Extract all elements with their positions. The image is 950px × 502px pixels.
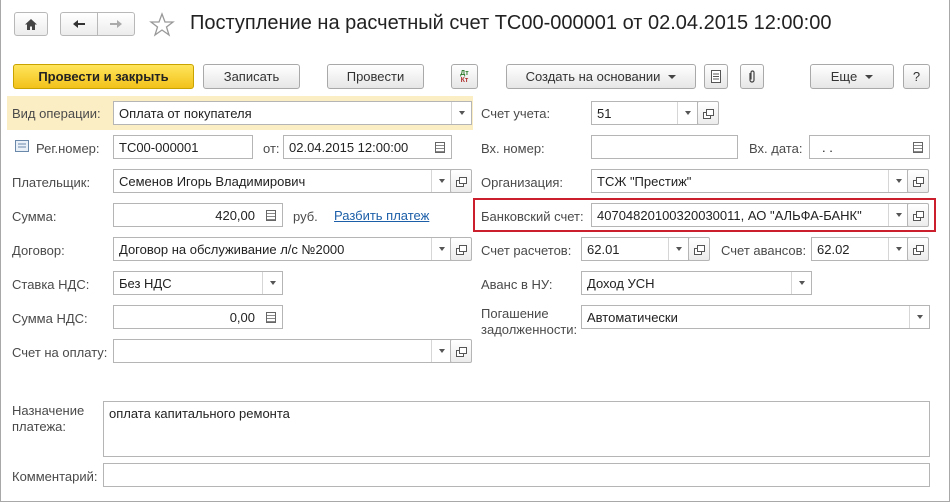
settlement-account-select[interactable]: 62.01 — [581, 237, 689, 261]
paperclip-icon — [749, 69, 755, 83]
date-input[interactable]: 02.04.2015 12:00:00 — [283, 135, 452, 159]
advance-tax-select[interactable]: Доход УСН — [581, 271, 812, 295]
organization-select[interactable]: ТСЖ "Престиж" — [591, 169, 909, 193]
chevron-down-icon[interactable] — [909, 306, 929, 328]
reg-number-label: Рег.номер: — [36, 141, 100, 156]
comment-input[interactable] — [103, 463, 930, 487]
payer-select[interactable]: Семенов Игорь Владимирович — [113, 169, 452, 193]
contract-select[interactable]: Договор на обслуживание л/с №2000 — [113, 237, 452, 261]
open-window-icon — [913, 176, 924, 187]
bank-account-select[interactable]: 40704820100320030011, АО "АЛЬФА-БАНК" — [591, 203, 909, 227]
invoice-select[interactable] — [113, 339, 452, 363]
purpose-label-2: платежа: — [12, 419, 66, 434]
reg-number-input[interactable]: ТС00-000001 — [113, 135, 253, 159]
forward-button[interactable] — [97, 12, 135, 36]
settlement-account-open-button[interactable] — [688, 237, 710, 261]
contract-label: Договор: — [12, 243, 65, 258]
arrow-right-icon — [110, 20, 122, 28]
page-title: Поступление на расчетный счет ТС00-00000… — [190, 12, 832, 34]
calculator-icon[interactable] — [260, 306, 282, 328]
open-window-icon — [456, 346, 467, 357]
currency-label: руб. — [293, 209, 318, 224]
dtkt-button[interactable]: Дт Кт — [451, 64, 478, 89]
contract-open-button[interactable] — [450, 237, 472, 261]
amount-input[interactable]: 420,00 — [113, 203, 283, 227]
favorite-star-icon[interactable] — [149, 12, 175, 38]
chevron-down-icon[interactable] — [791, 272, 811, 294]
calculator-icon[interactable] — [260, 204, 282, 226]
bank-account-label: Банковский счет: — [481, 209, 584, 224]
purpose-textarea[interactable]: оплата капитального ремонта — [103, 401, 930, 457]
vat-rate-select[interactable]: Без НДС — [113, 271, 283, 295]
print-button[interactable] — [704, 64, 728, 89]
purpose-label-1: Назначение — [12, 403, 85, 418]
amount-label: Сумма: — [12, 209, 57, 224]
in-number-label: Вх. номер: — [481, 141, 545, 156]
bank-account-open-button[interactable] — [907, 203, 929, 227]
advance-account-select[interactable]: 62.02 — [811, 237, 909, 261]
chevron-down-icon[interactable] — [262, 272, 282, 294]
debt-repayment-select[interactable]: Автоматически — [581, 305, 930, 329]
chevron-down-icon — [865, 74, 874, 79]
invoice-label: Счет на оплату: — [12, 345, 108, 360]
open-window-icon — [694, 244, 705, 255]
more-button[interactable]: Еще — [810, 64, 894, 89]
settlement-account-label: Счет расчетов: — [481, 243, 572, 258]
in-date-label: Вх. дата: — [749, 141, 803, 156]
advance-tax-label: Аванс в НУ: — [481, 277, 553, 292]
document-icon — [711, 70, 721, 83]
chevron-down-icon[interactable] — [888, 204, 908, 226]
payer-label: Плательщик: — [12, 175, 91, 190]
split-payment-link[interactable]: Разбить платеж — [334, 208, 429, 223]
advance-account-open-button[interactable] — [907, 237, 929, 261]
organization-label: Организация: — [481, 175, 564, 190]
in-date-input[interactable]: . . — [809, 135, 930, 159]
document-list-icon — [15, 140, 29, 152]
attach-button[interactable] — [740, 64, 764, 89]
debt-repayment-label-2: задолженности: — [481, 322, 578, 337]
open-window-icon — [913, 244, 924, 255]
calendar-icon[interactable] — [429, 136, 451, 158]
arrow-left-icon — [73, 20, 85, 28]
calendar-icon[interactable] — [907, 136, 929, 158]
chevron-down-icon[interactable] — [431, 340, 451, 362]
operation-type-select[interactable]: Оплата от покупателя — [113, 101, 472, 125]
payer-open-button[interactable] — [450, 169, 472, 193]
advance-account-label: Счет авансов: — [721, 243, 807, 258]
post-button[interactable]: Провести — [327, 64, 424, 89]
account-select[interactable]: 51 — [591, 101, 698, 125]
invoice-open-button[interactable] — [450, 339, 472, 363]
chevron-down-icon[interactable] — [888, 170, 908, 192]
chevron-down-icon[interactable] — [677, 102, 697, 124]
chevron-down-icon[interactable] — [431, 170, 451, 192]
open-window-icon — [456, 244, 467, 255]
date-label: от: — [263, 141, 280, 156]
vat-amount-input[interactable]: 0,00 — [113, 305, 283, 329]
help-button[interactable]: ? — [903, 64, 930, 89]
account-label: Счет учета: — [481, 106, 551, 121]
vat-amount-label: Сумма НДС: — [12, 311, 88, 326]
chevron-down-icon[interactable] — [668, 238, 688, 260]
open-window-icon — [913, 210, 924, 221]
chevron-down-icon[interactable] — [451, 102, 471, 124]
chevron-down-icon[interactable] — [888, 238, 908, 260]
in-number-input[interactable] — [591, 135, 738, 159]
post-and-close-button[interactable]: Провести и закрыть — [13, 64, 194, 89]
open-window-icon — [703, 108, 714, 119]
dtkt-icon: Дт Кт — [460, 69, 469, 84]
organization-open-button[interactable] — [907, 169, 929, 193]
operation-type-label: Вид операции: — [12, 106, 101, 121]
account-open-button[interactable] — [697, 101, 719, 125]
back-button[interactable] — [60, 12, 98, 36]
home-icon — [25, 18, 37, 30]
chevron-down-icon[interactable] — [431, 238, 451, 260]
open-window-icon — [456, 176, 467, 187]
save-button[interactable]: Записать — [203, 64, 300, 89]
comment-label: Комментарий: — [12, 469, 98, 484]
vat-rate-label: Ставка НДС: — [12, 277, 90, 292]
create-based-on-button[interactable]: Создать на основании — [506, 64, 696, 89]
home-button[interactable] — [14, 12, 48, 36]
chevron-down-icon — [668, 74, 677, 79]
debt-repayment-label-1: Погашение — [481, 306, 549, 321]
